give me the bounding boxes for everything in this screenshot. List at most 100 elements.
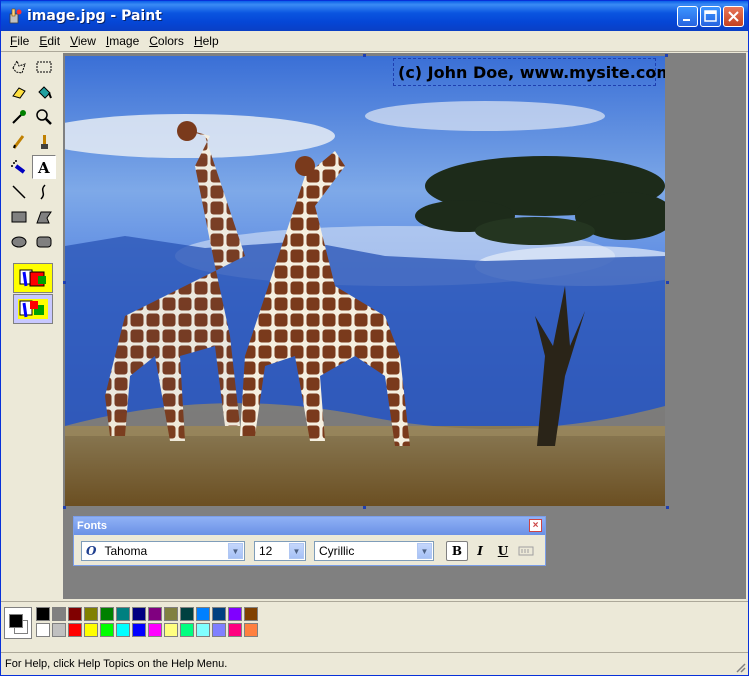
curve-icon <box>40 184 46 200</box>
text-selection-box[interactable]: (c) John Doe, www.mysite.com <box>393 58 665 86</box>
resize-handle-left[interactable] <box>63 281 66 284</box>
opaque-background-option[interactable] <box>13 263 53 293</box>
menu-edit[interactable]: Edit <box>34 31 65 50</box>
palette-swatch[interactable] <box>148 623 162 637</box>
airbrush-tool[interactable] <box>7 155 31 179</box>
maximize-button[interactable] <box>700 6 721 27</box>
brush-tool[interactable] <box>32 130 56 154</box>
palette-swatch[interactable] <box>132 623 146 637</box>
palette-swatch[interactable] <box>180 623 194 637</box>
rectangle-icon <box>11 211 27 223</box>
palette-swatch[interactable] <box>212 607 226 621</box>
free-select-tool[interactable] <box>7 55 31 79</box>
palette-swatch[interactable] <box>164 607 178 621</box>
palette-swatch[interactable] <box>84 623 98 637</box>
rect-select-tool[interactable] <box>32 55 56 79</box>
toolbox: A <box>4 53 60 601</box>
palette-swatch[interactable] <box>212 623 226 637</box>
fonts-toolbar-title[interactable]: Fonts × <box>74 517 545 535</box>
free-select-icon <box>12 59 26 74</box>
palette-swatch[interactable] <box>244 623 258 637</box>
palette-swatch[interactable] <box>36 607 50 621</box>
pencil-tool[interactable] <box>7 130 31 154</box>
menu-view[interactable]: View <box>65 31 101 50</box>
fonts-close-button[interactable]: × <box>529 519 542 532</box>
palette-swatch[interactable] <box>84 607 98 621</box>
pencil-icon <box>12 135 25 149</box>
chevron-down-icon[interactable]: ▼ <box>228 543 243 559</box>
status-text: For Help, click Help Topics on the Help … <box>5 658 228 670</box>
palette-swatch[interactable] <box>52 607 66 621</box>
palette-swatch[interactable] <box>116 607 130 621</box>
menu-bar: File Edit View Image Colors Help <box>1 31 748 50</box>
chevron-down-icon[interactable]: ▼ <box>289 543 304 559</box>
palette-swatch[interactable] <box>52 623 66 637</box>
resize-handle-top[interactable] <box>363 54 366 57</box>
palette-swatch[interactable] <box>116 623 130 637</box>
status-bar: For Help, click Help Topics on the Help … <box>1 652 748 675</box>
fill-tool[interactable] <box>32 80 56 104</box>
font-name-combo[interactable]: O Tahoma ▼ <box>81 541 245 561</box>
palette-swatch[interactable] <box>100 623 114 637</box>
resize-handle-top-right[interactable] <box>665 54 668 57</box>
palette-swatch[interactable] <box>68 607 82 621</box>
fonts-toolbar: Fonts × O Tahoma ▼ 12 ▼ Cyrillic ▼ B I U <box>73 516 546 566</box>
rounded-rect-tool[interactable] <box>32 230 56 254</box>
text-tool[interactable]: A <box>32 155 56 179</box>
eraser-tool[interactable] <box>7 80 31 104</box>
giraffes-photo <box>65 56 665 506</box>
opaque-mode-icon <box>19 269 46 287</box>
resize-handle-bottom-right[interactable] <box>666 506 669 509</box>
palette-swatch[interactable] <box>180 607 194 621</box>
resize-handle-right[interactable] <box>666 281 669 284</box>
polygon-icon <box>36 211 52 224</box>
palette-swatch[interactable] <box>132 607 146 621</box>
rectangle-tool[interactable] <box>7 205 31 229</box>
resize-grip-icon[interactable] <box>734 661 746 673</box>
minimize-button[interactable] <box>677 6 698 27</box>
color-picker-tool[interactable] <box>7 105 31 129</box>
palette-swatch[interactable] <box>196 607 210 621</box>
bold-button[interactable]: B <box>446 541 468 561</box>
polygon-tool[interactable] <box>32 205 56 229</box>
menu-image[interactable]: Image <box>101 31 144 50</box>
font-script-combo[interactable]: Cyrillic ▼ <box>314 541 434 561</box>
close-icon <box>728 11 739 22</box>
image-canvas[interactable]: (c) John Doe, www.mysite.com <box>65 56 665 506</box>
transparent-mode-icon <box>18 299 48 319</box>
primary-color[interactable] <box>9 614 23 628</box>
paint-window: image.jpg - Paint File Edit View Image C… <box>0 0 749 676</box>
palette-swatch[interactable] <box>148 607 162 621</box>
menu-help[interactable]: Help <box>189 31 224 50</box>
underline-button[interactable]: U <box>492 541 514 561</box>
palette-swatch[interactable] <box>68 623 82 637</box>
font-size-combo[interactable]: 12 ▼ <box>254 541 306 561</box>
palette-swatch[interactable] <box>100 607 114 621</box>
palette-swatch[interactable] <box>36 623 50 637</box>
watermark-text[interactable]: (c) John Doe, www.mysite.com <box>398 63 665 82</box>
menu-colors[interactable]: Colors <box>144 31 189 50</box>
palette-swatch[interactable] <box>228 607 242 621</box>
magnifier-tool[interactable] <box>32 105 56 129</box>
palette-swatch[interactable] <box>228 623 242 637</box>
palette-swatch[interactable] <box>244 607 258 621</box>
curve-tool[interactable] <box>32 180 56 204</box>
menu-file[interactable]: File <box>5 31 34 50</box>
magnifier-icon <box>36 109 52 125</box>
resize-handle-bottom-left[interactable] <box>63 506 66 509</box>
italic-button[interactable]: I <box>469 541 491 561</box>
chevron-down-icon[interactable]: ▼ <box>417 543 432 559</box>
ellipse-tool[interactable] <box>7 230 31 254</box>
close-button[interactable] <box>723 6 744 27</box>
palette-swatch[interactable] <box>196 623 210 637</box>
title-bar[interactable]: image.jpg - Paint <box>1 1 748 31</box>
line-tool[interactable] <box>7 180 31 204</box>
window-title: image.jpg - Paint <box>27 8 162 24</box>
palette-swatch[interactable] <box>164 623 178 637</box>
text-icon: A <box>37 159 50 176</box>
transparent-background-option[interactable] <box>13 294 53 324</box>
color-palette <box>4 605 304 641</box>
maximize-icon <box>704 10 717 22</box>
resize-handle-bottom[interactable] <box>363 506 366 509</box>
airbrush-icon <box>11 160 26 174</box>
